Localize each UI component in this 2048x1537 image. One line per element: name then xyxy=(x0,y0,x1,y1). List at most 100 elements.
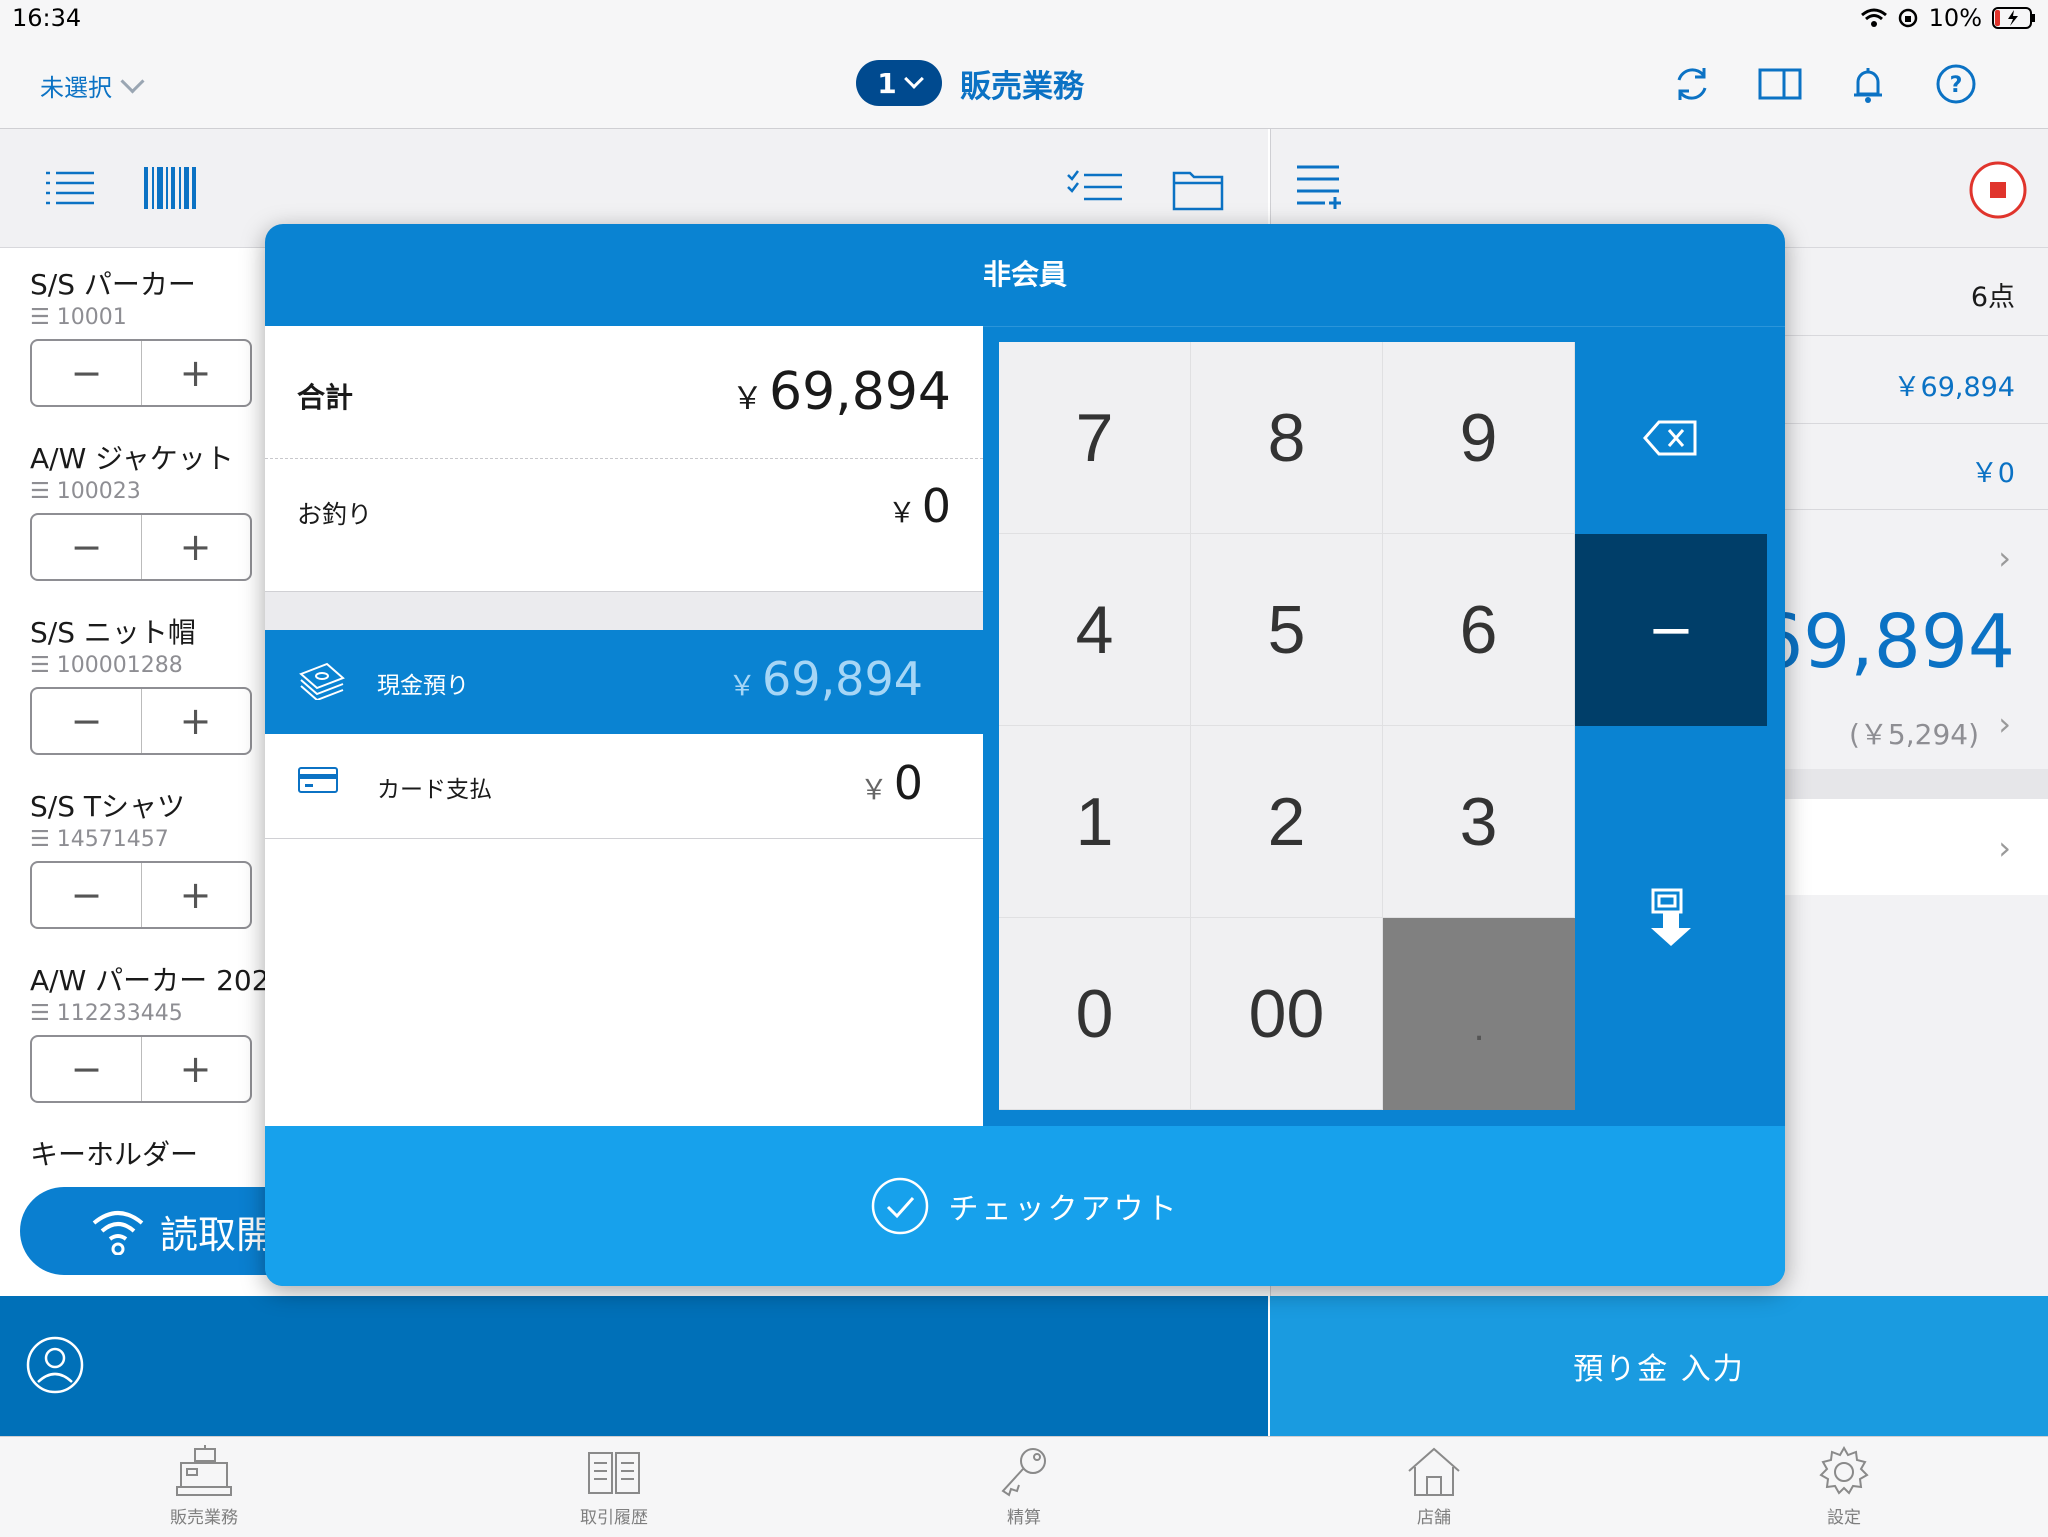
checkout-label: チェックアウト xyxy=(948,1192,1180,1227)
product-item[interactable]: S/S ニット帽 ☰ 100001288 − + xyxy=(0,601,262,775)
decrement-button[interactable]: − xyxy=(32,689,142,753)
product-item[interactable]: キーホルダー xyxy=(0,1123,262,1183)
chevron-down-icon xyxy=(903,69,924,89)
minus-key[interactable]: − xyxy=(1575,534,1767,726)
deposit-input-button[interactable]: 預り金 入力 xyxy=(1270,1296,2048,1436)
key-6[interactable]: 6 xyxy=(1383,534,1575,726)
product-item[interactable]: A/W パーカー 202 ☰ 112233445 − + xyxy=(0,949,270,1123)
product-name: A/W ジャケット xyxy=(30,442,234,475)
payment-summary: 合計 ￥ 69,894 お釣り ￥ 0 現金預り ￥ 69,894 カード支払 ￥ 0 xyxy=(265,326,983,1126)
key-decimal[interactable]: . xyxy=(1383,918,1575,1110)
product-code-value: 10001 xyxy=(56,305,127,330)
product-code: ☰ 14571457 xyxy=(30,827,169,852)
bell-icon[interactable] xyxy=(1846,62,1890,106)
key-4[interactable]: 4 xyxy=(999,534,1191,726)
tab-settings[interactable]: 設定 xyxy=(1744,1445,1944,1528)
status-time: 16:34 xyxy=(12,4,82,32)
refresh-icon[interactable] xyxy=(1670,62,1714,106)
payment-row-cash[interactable]: 現金預り ￥ 69,894 xyxy=(265,630,983,734)
product-name: S/S ニット帽 xyxy=(30,616,196,649)
chevron-down-icon xyxy=(120,69,145,94)
split-view-icon[interactable] xyxy=(1758,62,1802,106)
enter-key[interactable] xyxy=(1575,726,1767,1110)
section-gap xyxy=(265,592,983,630)
chevron-right-icon[interactable]: › xyxy=(1998,705,2011,743)
deposit-input-bar[interactable]: 預り金 入力 xyxy=(1270,1296,2048,1436)
numeric-keypad: 7 8 9 4 5 6 1 2 3 0 00 . xyxy=(999,342,1575,1110)
card-icon xyxy=(298,767,338,793)
svg-text:?: ? xyxy=(1950,73,1963,98)
subtotal-value: ￥69,894 xyxy=(1893,372,2015,403)
tab-label: 設定 xyxy=(1827,1508,1861,1528)
product-item[interactable]: S/S パーカー ☰ 10001 − + xyxy=(0,253,262,427)
key-00[interactable]: 00 xyxy=(1191,918,1383,1110)
register-number-button[interactable]: 1 xyxy=(856,60,942,106)
key-2[interactable]: 2 xyxy=(1191,726,1383,918)
grand-total-value: 69,894 xyxy=(1756,599,2015,685)
customer-select[interactable]: 未選択 xyxy=(40,68,145,103)
home-icon xyxy=(1408,1447,1460,1496)
product-code: ☰ 112233445 xyxy=(30,1001,183,1026)
key-7[interactable]: 7 xyxy=(999,342,1191,534)
key-9[interactable]: 9 xyxy=(1383,342,1575,534)
product-item[interactable]: S/S Tシャツ ☰ 14571457 − + xyxy=(0,775,262,949)
battery-icon xyxy=(1992,7,2035,29)
key-0[interactable]: 0 xyxy=(999,918,1191,1110)
chevron-right-icon[interactable]: › xyxy=(1998,539,2011,577)
tax-value: (￥5,294) xyxy=(1848,718,1979,751)
increment-button[interactable]: + xyxy=(141,515,250,579)
payment-row-card[interactable]: カード支払 ￥ 0 xyxy=(265,734,983,839)
product-code-value: 100023 xyxy=(56,479,141,504)
chevron-right-icon[interactable]: › xyxy=(1998,829,2011,867)
decrement-button[interactable]: − xyxy=(32,515,142,579)
increment-button[interactable]: + xyxy=(141,1037,250,1101)
quantity-stepper: − + xyxy=(30,1035,252,1103)
help-icon[interactable]: ? xyxy=(1934,62,1978,106)
user-icon[interactable] xyxy=(26,1336,84,1394)
tab-sales[interactable]: 販売業務 xyxy=(104,1445,304,1528)
key-3[interactable]: 3 xyxy=(1383,726,1575,918)
tab-label: 店舗 xyxy=(1417,1508,1451,1528)
product-code: ☰ 100001288 xyxy=(30,653,183,678)
decrement-button[interactable]: − xyxy=(32,341,142,405)
tab-history[interactable]: 取引履歴 xyxy=(514,1445,714,1528)
check-circle-icon xyxy=(871,1177,928,1235)
checklist-icon[interactable] xyxy=(1066,169,1122,207)
stop-record-icon[interactable] xyxy=(1969,161,2027,219)
backspace-key[interactable] xyxy=(1575,342,1767,534)
increment-button[interactable]: + xyxy=(141,341,250,405)
decrement-button[interactable]: − xyxy=(32,1037,142,1101)
list-view-icon[interactable] xyxy=(46,169,94,207)
key-8[interactable]: 8 xyxy=(1191,342,1383,534)
decrement-button[interactable]: − xyxy=(32,863,142,927)
customer-select-label: 未選択 xyxy=(40,74,112,102)
checkout-button[interactable]: チェックアウト xyxy=(265,1126,1785,1286)
backspace-icon xyxy=(1643,420,1697,456)
increment-button[interactable]: + xyxy=(141,689,250,753)
battery-percent: 10% xyxy=(1928,4,1982,32)
tab-store[interactable]: 店舗 xyxy=(1334,1445,1534,1528)
add-list-icon[interactable] xyxy=(1295,163,1343,211)
register-number: 1 xyxy=(877,66,897,100)
cash-icon xyxy=(299,662,345,700)
tab-settlement[interactable]: 精算 xyxy=(924,1445,1124,1528)
quantity-stepper: − + xyxy=(30,687,252,755)
payment-value: 0 xyxy=(893,756,923,810)
key-5[interactable]: 5 xyxy=(1191,534,1383,726)
total-amount: ￥ 69,894 xyxy=(732,362,951,422)
product-name: S/S パーカー xyxy=(30,268,196,301)
product-code-value: 100001288 xyxy=(56,653,183,678)
checkout-bar[interactable]: チェックアウト xyxy=(265,1126,1785,1286)
change-value: 0 xyxy=(921,479,951,533)
payment-modal: 非会員 合計 ￥ 69,894 お釣り ￥ 0 現金預り ￥ 69,894 カード支払… xyxy=(265,224,1785,1286)
tab-label: 販売業務 xyxy=(170,1508,238,1528)
product-item[interactable]: A/W ジャケット ☰ 100023 − + xyxy=(0,427,262,601)
book-icon xyxy=(588,1452,640,1494)
increment-button[interactable]: + xyxy=(141,863,250,927)
folder-icon[interactable] xyxy=(1172,167,1224,211)
modal-title: 非会員 xyxy=(265,224,1785,327)
register-icon xyxy=(176,1445,232,1496)
key-1[interactable]: 1 xyxy=(999,726,1191,918)
barcode-icon[interactable] xyxy=(144,167,196,209)
discount-value: ￥0 xyxy=(1970,458,2015,489)
